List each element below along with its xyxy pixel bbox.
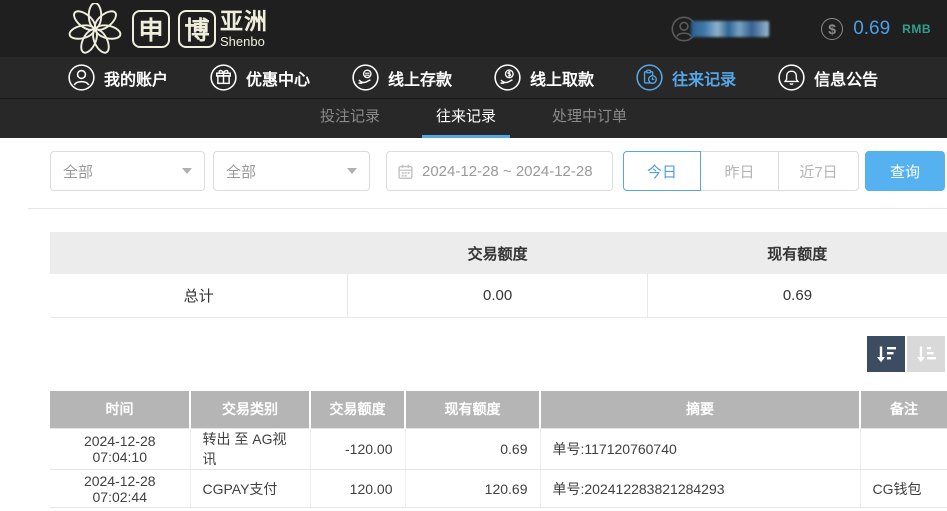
records-cell: CGPAY支付 — [190, 470, 310, 508]
logo-region-text: 亚洲 — [220, 10, 268, 33]
nav-item-online-withdraw[interactable]: 线上取款 — [494, 64, 594, 91]
records-cell: 2024-12-28 07:02:44 — [50, 470, 190, 508]
summary-header-cell: 交易额度 — [348, 232, 648, 274]
records-header-cell[interactable]: 交易类别 — [190, 391, 310, 429]
summary-header-cell: 现有额度 — [647, 232, 947, 274]
records-header-cell[interactable]: 现有额度 — [405, 391, 540, 429]
sort-descending-button[interactable] — [867, 336, 905, 372]
records-cell: 单号:202412283821284293 — [540, 470, 860, 508]
username-redacted — [691, 21, 769, 37]
divider — [28, 208, 947, 209]
nav-item-announcements[interactable]: 信息公告 — [778, 64, 878, 91]
records-cell: 0.69 — [405, 429, 540, 470]
records-header-cell[interactable]: 备注 — [860, 391, 947, 429]
quick-date-button-2[interactable]: 近7日 — [779, 151, 859, 191]
coin-icon: $ — [821, 18, 843, 40]
nav-item-promotions[interactable]: 优惠中心 — [210, 64, 310, 91]
table-row: 2024-12-28 07:02:44CGPAY支付120.00120.69单号… — [50, 470, 947, 508]
records-header-cell[interactable]: 交易额度 — [310, 391, 405, 429]
withdraw-icon — [494, 64, 521, 91]
summary-table: 交易额度现有额度 总计0.000.69 — [50, 232, 947, 318]
filter-row: 全部 全部 2024-12-28 ~ 2024-12-28 今日昨日近7日 查询 — [50, 151, 945, 191]
nav-item-label: 我的账户 — [104, 66, 168, 90]
flower-logo-icon — [66, 3, 124, 55]
gift-icon — [210, 64, 237, 91]
records-cell: -120.00 — [310, 429, 405, 470]
quick-date-button-0[interactable]: 今日 — [623, 151, 701, 191]
category-select[interactable]: 全部 — [50, 151, 205, 191]
nav-item-label: 线上存款 — [388, 66, 452, 90]
sort-controls — [0, 336, 945, 372]
search-button[interactable]: 查询 — [865, 151, 945, 191]
table-row: 2024-12-28 07:04:10转出 至 AG视讯-120.000.69单… — [50, 429, 947, 470]
sort-amount-desc-icon — [875, 344, 897, 364]
nav-item-label: 信息公告 — [814, 66, 878, 90]
date-range-value: 2024-12-28 ~ 2024-12-28 — [422, 163, 593, 180]
main-nav: 我的账户 优惠中心 线上存款 线上取款 往来记录 信息公告 — [0, 57, 947, 99]
top-header: 申 博 亚洲 Shenbo $ 0.69 RMB — [0, 0, 947, 57]
category-select-value: 全部 — [63, 161, 93, 182]
nav-item-transaction-records[interactable]: 往来记录 — [636, 64, 736, 91]
chevron-down-icon — [347, 168, 357, 174]
quick-date-button-1[interactable]: 昨日 — [701, 151, 779, 191]
sub-nav: 投注记录往来记录处理中订单 — [0, 99, 947, 138]
bell-icon — [778, 64, 805, 91]
quick-date-group: 今日昨日近7日 — [623, 151, 859, 191]
date-range-input[interactable]: 2024-12-28 ~ 2024-12-28 — [386, 151, 613, 191]
nav-item-label: 往来记录 — [672, 66, 736, 90]
deposit-icon — [352, 64, 379, 91]
records-cell: 单号:117120760740 — [540, 429, 860, 470]
summary-cell: 0.00 — [348, 274, 648, 317]
nav-item-label: 优惠中心 — [246, 66, 310, 90]
calendar-icon — [397, 163, 414, 180]
user-account[interactable] — [671, 16, 769, 42]
sort-amount-asc-icon — [915, 344, 937, 364]
sub-tab-bet-records[interactable]: 投注记录 — [306, 99, 394, 138]
nav-item-my-account[interactable]: 我的账户 — [68, 64, 168, 91]
nav-item-label: 线上取款 — [530, 66, 594, 90]
logo-char-box-1: 申 — [132, 10, 170, 48]
logo-char-box-2: 博 — [178, 10, 216, 48]
sub-tab-pending-orders[interactable]: 处理中订单 — [538, 99, 641, 138]
records-cell: CG钱包 — [860, 470, 947, 508]
records-cell: 转出 至 AG视讯 — [190, 429, 310, 470]
site-logo[interactable]: 申 博 亚洲 Shenbo — [66, 3, 268, 55]
summary-cell: 总计 — [50, 274, 348, 317]
nav-item-online-deposit[interactable]: 线上存款 — [352, 64, 452, 91]
records-icon — [636, 64, 663, 91]
logo-subtitle: Shenbo — [220, 35, 268, 48]
records-cell: 120.69 — [405, 470, 540, 508]
summary-header-cell — [50, 232, 348, 274]
balance-currency: RMB — [902, 22, 931, 36]
sort-ascending-button[interactable] — [907, 336, 945, 372]
chevron-down-icon — [182, 168, 192, 174]
records-cell: 120.00 — [310, 470, 405, 508]
summary-cell: 0.69 — [647, 274, 947, 317]
balance-amount[interactable]: 0.69 — [853, 18, 890, 40]
type-select[interactable]: 全部 — [213, 151, 370, 191]
sub-tab-transaction-records[interactable]: 往来记录 — [422, 99, 510, 138]
records-cell — [860, 429, 947, 470]
records-cell: 2024-12-28 07:04:10 — [50, 429, 190, 470]
records-header-cell[interactable]: 摘要 — [540, 391, 860, 429]
user-icon — [68, 64, 95, 91]
summary-row: 总计0.000.69 — [50, 274, 947, 317]
type-select-value: 全部 — [226, 161, 256, 182]
records-header-cell[interactable]: 时间 — [50, 391, 190, 429]
records-table: 时间交易类别交易额度现有额度摘要备注 2024-12-28 07:04:10转出… — [50, 391, 947, 509]
